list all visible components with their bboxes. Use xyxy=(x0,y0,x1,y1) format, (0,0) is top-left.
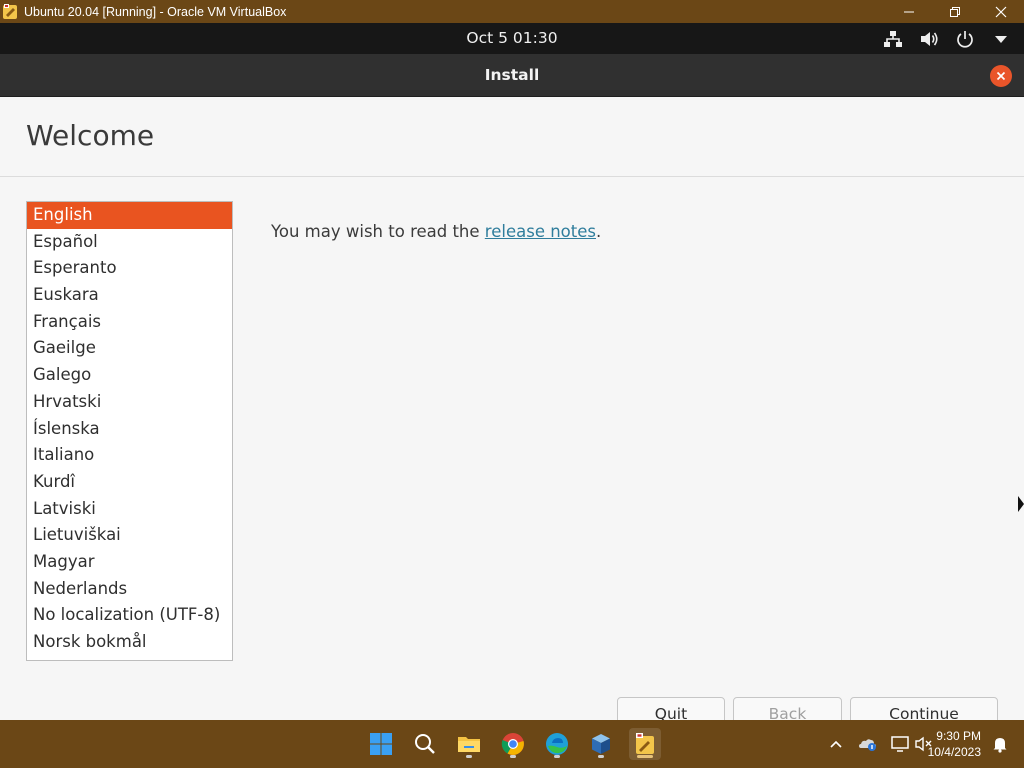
chrome-icon[interactable] xyxy=(497,728,529,760)
onedrive-icon[interactable] xyxy=(858,734,878,754)
running-indicator xyxy=(466,755,472,758)
running-indicator xyxy=(554,755,560,758)
language-item[interactable]: Italiano xyxy=(27,442,232,469)
installer-header: Install xyxy=(0,54,1024,97)
welcome-page: Welcome English Español Esperanto Euskar… xyxy=(0,97,1024,727)
installer-title: Install xyxy=(484,66,540,84)
language-item[interactable]: Íslenska xyxy=(27,416,232,443)
close-icon xyxy=(996,71,1006,81)
running-indicator xyxy=(598,755,604,758)
release-text-suffix: . xyxy=(595,222,602,241)
release-notes-message: You may wish to read the release notes. xyxy=(271,222,601,241)
chevron-up-icon[interactable] xyxy=(826,734,846,754)
maximize-button[interactable] xyxy=(932,0,978,23)
taskbar-time: 9:30 PM xyxy=(936,729,981,743)
monitor-icon[interactable] xyxy=(890,734,910,754)
language-item[interactable]: Kurdî xyxy=(27,469,232,496)
network-icon[interactable] xyxy=(882,28,904,50)
start-icon[interactable] xyxy=(365,728,397,760)
windows-taskbar: 9:30 PM 10/4/2023 xyxy=(0,720,1024,768)
release-notes-link[interactable]: release notes xyxy=(485,222,596,241)
system-tray: 9:30 PM 10/4/2023 xyxy=(794,720,1024,768)
language-item[interactable]: Esperanto xyxy=(27,255,232,282)
language-item[interactable]: Euskara xyxy=(27,282,232,309)
edge-icon[interactable] xyxy=(541,728,573,760)
guest-top-bar: Oct 5 01:30 xyxy=(0,23,1024,54)
language-item[interactable]: Nederlands xyxy=(27,576,232,603)
separator xyxy=(0,176,1024,177)
running-indicator xyxy=(510,755,516,758)
virtualbox-icon[interactable] xyxy=(585,728,617,760)
volume-icon[interactable] xyxy=(918,28,940,50)
language-item[interactable]: Latviski xyxy=(27,496,232,523)
language-item[interactable]: Norsk bokmål xyxy=(27,629,232,656)
dropdown-arrow-icon[interactable] xyxy=(990,28,1012,50)
language-item[interactable]: Gaeilge xyxy=(27,335,232,362)
language-item[interactable]: Magyar xyxy=(27,549,232,576)
installer-close-button[interactable] xyxy=(990,65,1012,87)
page-title: Welcome xyxy=(26,119,155,152)
guest-clock[interactable]: Oct 5 01:30 xyxy=(0,23,1024,54)
language-item[interactable]: Lietuviškai xyxy=(27,522,232,549)
window-controls xyxy=(886,0,1024,23)
language-item[interactable]: Español xyxy=(27,229,232,256)
host-window-title: Ubuntu 20.04 [Running] - Oracle VM Virtu… xyxy=(24,4,287,19)
taskbar-date: 10/4/2023 xyxy=(927,745,981,759)
language-item[interactable]: Hrvatski xyxy=(27,389,232,416)
power-icon[interactable] xyxy=(954,28,976,50)
language-list[interactable]: English Español Esperanto Euskara França… xyxy=(26,201,233,661)
guest-system-tray[interactable] xyxy=(882,23,1012,54)
notification-bell-icon[interactable] xyxy=(990,734,1010,754)
mouse-cursor-icon xyxy=(1018,496,1024,512)
host-title-bar: Ubuntu 20.04 [Running] - Oracle VM Virtu… xyxy=(0,0,1024,23)
release-text-prefix: You may wish to read the xyxy=(271,222,485,241)
language-item[interactable]: Français xyxy=(27,309,232,336)
file-explorer-icon[interactable] xyxy=(453,728,485,760)
minimize-button[interactable] xyxy=(886,0,932,23)
search-icon[interactable] xyxy=(409,728,441,760)
language-item[interactable]: No localization (UTF-8) xyxy=(27,602,232,629)
virtualbox-app-icon[interactable] xyxy=(2,3,20,21)
virtualbox-vm-icon[interactable] xyxy=(629,728,661,760)
language-item[interactable]: English xyxy=(27,202,232,229)
language-item[interactable]: Galego xyxy=(27,362,232,389)
taskbar-clock[interactable]: 9:30 PM 10/4/2023 xyxy=(928,728,981,760)
close-window-button[interactable] xyxy=(978,0,1024,23)
active-indicator xyxy=(637,755,653,758)
